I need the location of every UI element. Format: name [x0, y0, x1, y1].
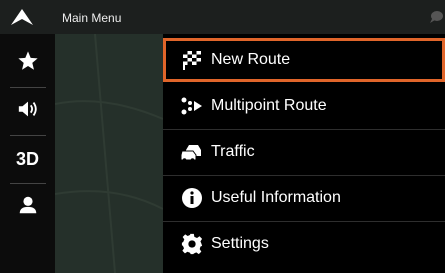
star-icon	[17, 50, 39, 77]
gear-icon	[181, 233, 203, 255]
multipoint-route-icon	[181, 95, 203, 117]
menu-item-label: Settings	[211, 235, 269, 252]
sidebar-item-profile[interactable]	[0, 184, 55, 231]
sidebar-item-sound[interactable]	[0, 88, 55, 135]
info-icon	[181, 187, 203, 209]
menu-item-useful-information[interactable]: Useful Information	[163, 176, 445, 220]
sidebar-item-3d-view[interactable]: 3D	[0, 136, 55, 183]
menu-item-label: Useful Information	[211, 189, 341, 206]
3d-view-label: 3D	[15, 149, 39, 169]
menu-item-label: New Route	[211, 51, 291, 68]
menu-item-new-route[interactable]: New Route	[163, 38, 445, 82]
menu-item-settings[interactable]: Settings	[163, 222, 445, 266]
checkered-flag-icon	[181, 49, 203, 71]
menu-item-label: Traffic	[211, 143, 255, 160]
sidebar-item-favorites[interactable]	[0, 40, 55, 87]
menu-item-multipoint-route[interactable]: Multipoint Route	[163, 84, 445, 128]
traffic-car-icon	[181, 141, 203, 163]
main-menu-list: New Route Multipoint Route Traffic Usefu…	[163, 34, 445, 273]
speaker-icon	[17, 98, 39, 125]
sidebar: 3D	[0, 34, 55, 273]
title-bar: Main Menu	[0, 0, 445, 34]
chevron-up-icon[interactable]	[10, 8, 34, 26]
menu-item-label: Multipoint Route	[211, 97, 327, 114]
map-background	[55, 34, 163, 273]
menu-item-traffic[interactable]: Traffic	[163, 130, 445, 174]
user-icon	[17, 194, 39, 221]
chat-bubble-icon[interactable]	[429, 10, 443, 24]
page-title: Main Menu	[62, 11, 122, 25]
